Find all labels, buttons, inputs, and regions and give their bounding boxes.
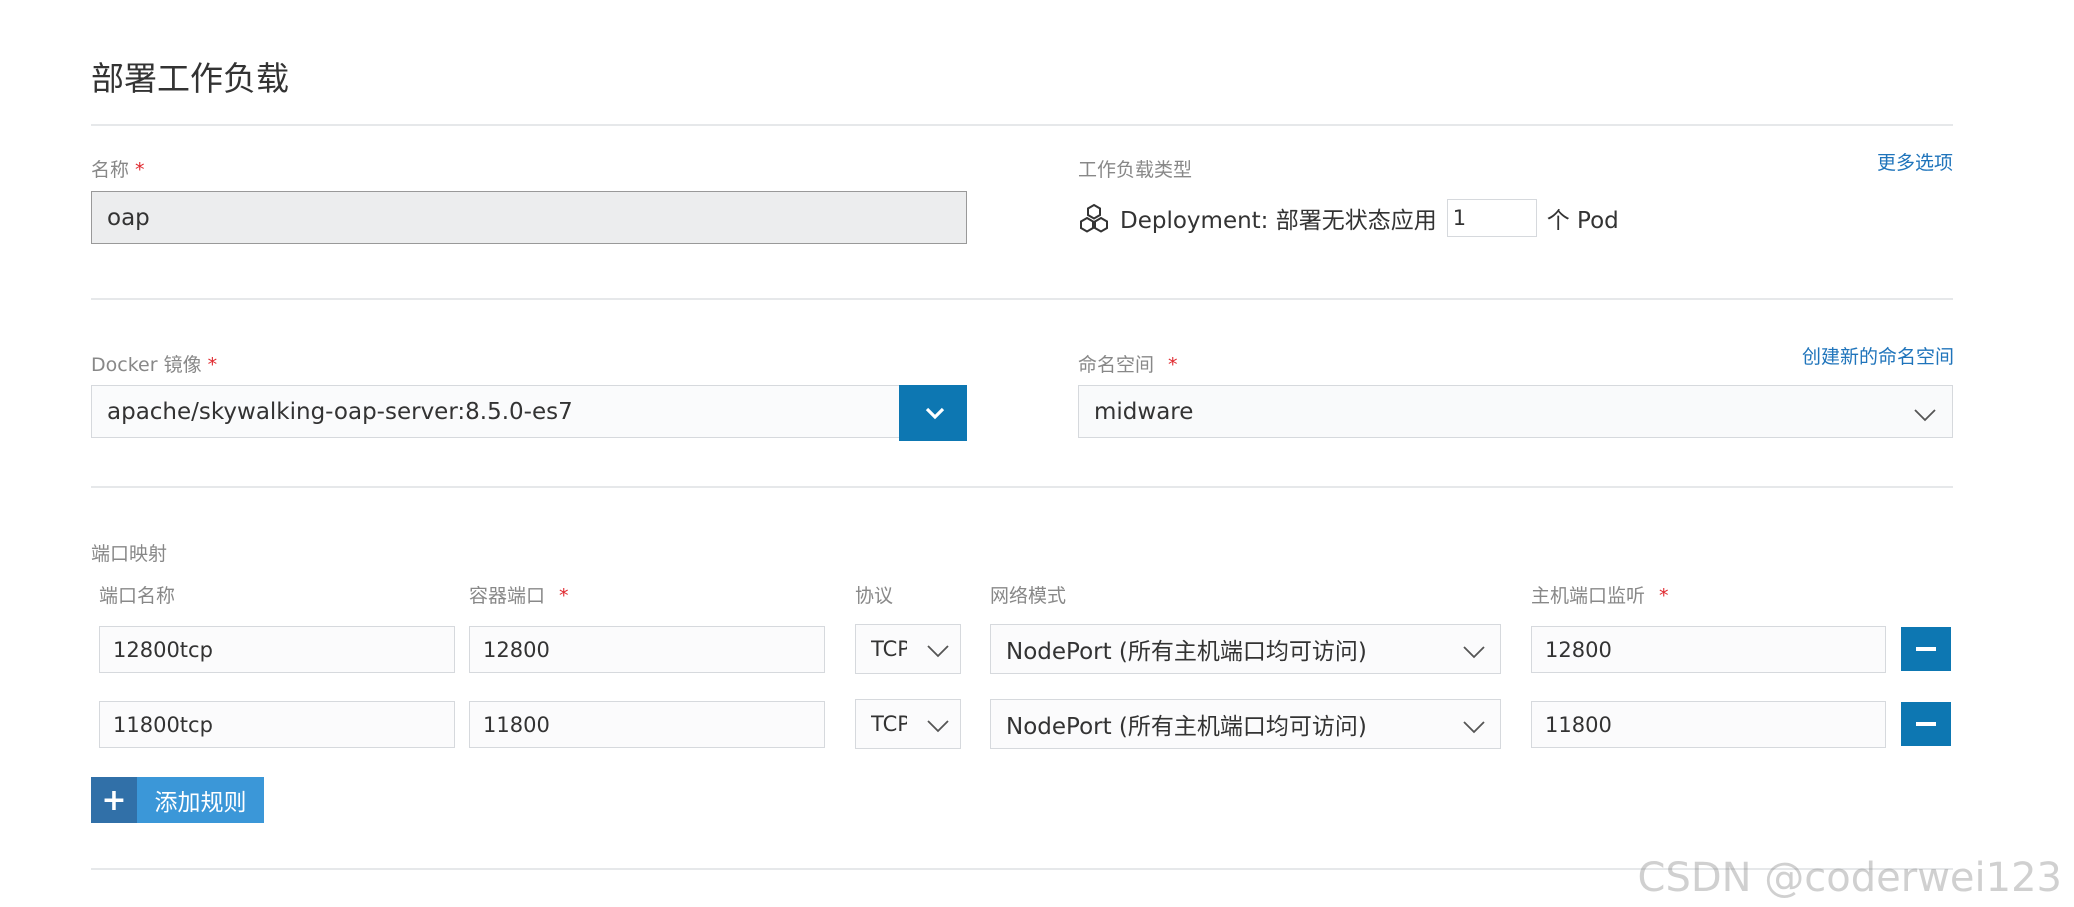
col-network-mode: 网络模式 bbox=[990, 585, 1067, 607]
container-port-value: 12800 bbox=[483, 637, 550, 662]
divider bbox=[91, 298, 1953, 300]
pod-suffix: 个 Pod bbox=[1546, 208, 1619, 234]
chevron-down-icon bbox=[1462, 715, 1486, 734]
host-port-value: 11800 bbox=[1545, 712, 1612, 737]
port-name-value: 12800tcp bbox=[113, 637, 213, 662]
host-port-input[interactable]: 11800 bbox=[1531, 701, 1886, 748]
chevron-down-icon bbox=[1913, 403, 1937, 421]
chevron-down-icon bbox=[1462, 640, 1486, 659]
network-mode-value: NodePort (所有主机端口均可访问) bbox=[1006, 714, 1367, 740]
col-host-port: 主机端口监听 * bbox=[1531, 585, 1669, 607]
protocol-select[interactable]: TCP bbox=[855, 699, 961, 749]
host-port-value: 12800 bbox=[1545, 637, 1612, 662]
plus-icon: + bbox=[91, 777, 137, 823]
col-container-port: 容器端口 * bbox=[469, 585, 569, 607]
create-namespace-link[interactable]: 创建新的命名空间 bbox=[1802, 342, 1954, 369]
divider bbox=[91, 124, 1953, 126]
port-name-input[interactable]: 11800tcp bbox=[99, 701, 455, 748]
name-input[interactable]: oap bbox=[91, 191, 967, 244]
divider bbox=[91, 486, 1953, 488]
remove-row-button[interactable] bbox=[1901, 702, 1951, 746]
port-mapping-label: 端口映射 bbox=[91, 543, 168, 565]
col-port-name: 端口名称 bbox=[99, 585, 176, 607]
remove-row-button[interactable] bbox=[1901, 627, 1951, 671]
protocol-select[interactable]: TCP bbox=[855, 624, 961, 674]
chevron-down-icon bbox=[926, 640, 950, 658]
namespace-label: 命名空间 * bbox=[1078, 354, 1178, 376]
page-title: 部署工作负载 bbox=[91, 59, 289, 98]
host-port-input[interactable]: 12800 bbox=[1531, 626, 1886, 673]
container-port-input[interactable]: 12800 bbox=[469, 626, 825, 673]
add-rule-button[interactable]: + 添加规则 bbox=[91, 777, 264, 823]
image-dropdown-button[interactable] bbox=[899, 385, 967, 441]
container-port-value: 11800 bbox=[483, 712, 550, 737]
network-mode-value: NodePort (所有主机端口均可访问) bbox=[1006, 639, 1367, 665]
container-port-input[interactable]: 11800 bbox=[469, 701, 825, 748]
chevron-down-icon bbox=[926, 715, 950, 733]
docker-image-input[interactable]: apache/skywalking-oap-server:8.5.0-es7 bbox=[91, 385, 900, 438]
replicas-input[interactable]: 1 bbox=[1446, 199, 1537, 237]
minus-icon bbox=[1916, 722, 1936, 726]
network-mode-select[interactable]: NodePort (所有主机端口均可访问) bbox=[990, 624, 1501, 674]
workload-type-row: Deployment: 部署无状态应用 1 个 Pod bbox=[1078, 198, 1619, 238]
minus-icon bbox=[1916, 647, 1936, 651]
add-rule-label: 添加规则 bbox=[137, 777, 264, 823]
port-name-input[interactable]: 12800tcp bbox=[99, 626, 455, 673]
watermark: CSDN @coderwei123 bbox=[1637, 855, 2062, 901]
protocol-value: TCP bbox=[871, 637, 907, 661]
replicas-value: 1 bbox=[1452, 206, 1467, 230]
port-name-value: 11800tcp bbox=[113, 712, 213, 737]
more-options-link[interactable]: 更多选项 bbox=[1877, 148, 1953, 175]
workload-type-text: Deployment: 部署无状态应用 bbox=[1120, 208, 1437, 234]
col-protocol: 协议 bbox=[855, 585, 894, 607]
namespace-value: midware bbox=[1094, 398, 1194, 425]
protocol-value: TCP bbox=[871, 712, 907, 736]
name-label: 名称 * bbox=[91, 159, 145, 181]
namespace-select[interactable]: midware bbox=[1078, 385, 1953, 438]
docker-image-value: apache/skywalking-oap-server:8.5.0-es7 bbox=[107, 398, 573, 425]
name-value: oap bbox=[107, 204, 150, 231]
network-mode-select[interactable]: NodePort (所有主机端口均可访问) bbox=[990, 699, 1501, 749]
workload-type-label: 工作负载类型 bbox=[1078, 159, 1193, 181]
docker-image-label: Docker 镜像 * bbox=[91, 354, 218, 376]
chevron-down-icon bbox=[924, 404, 945, 422]
cube-cluster-icon bbox=[1078, 202, 1110, 234]
